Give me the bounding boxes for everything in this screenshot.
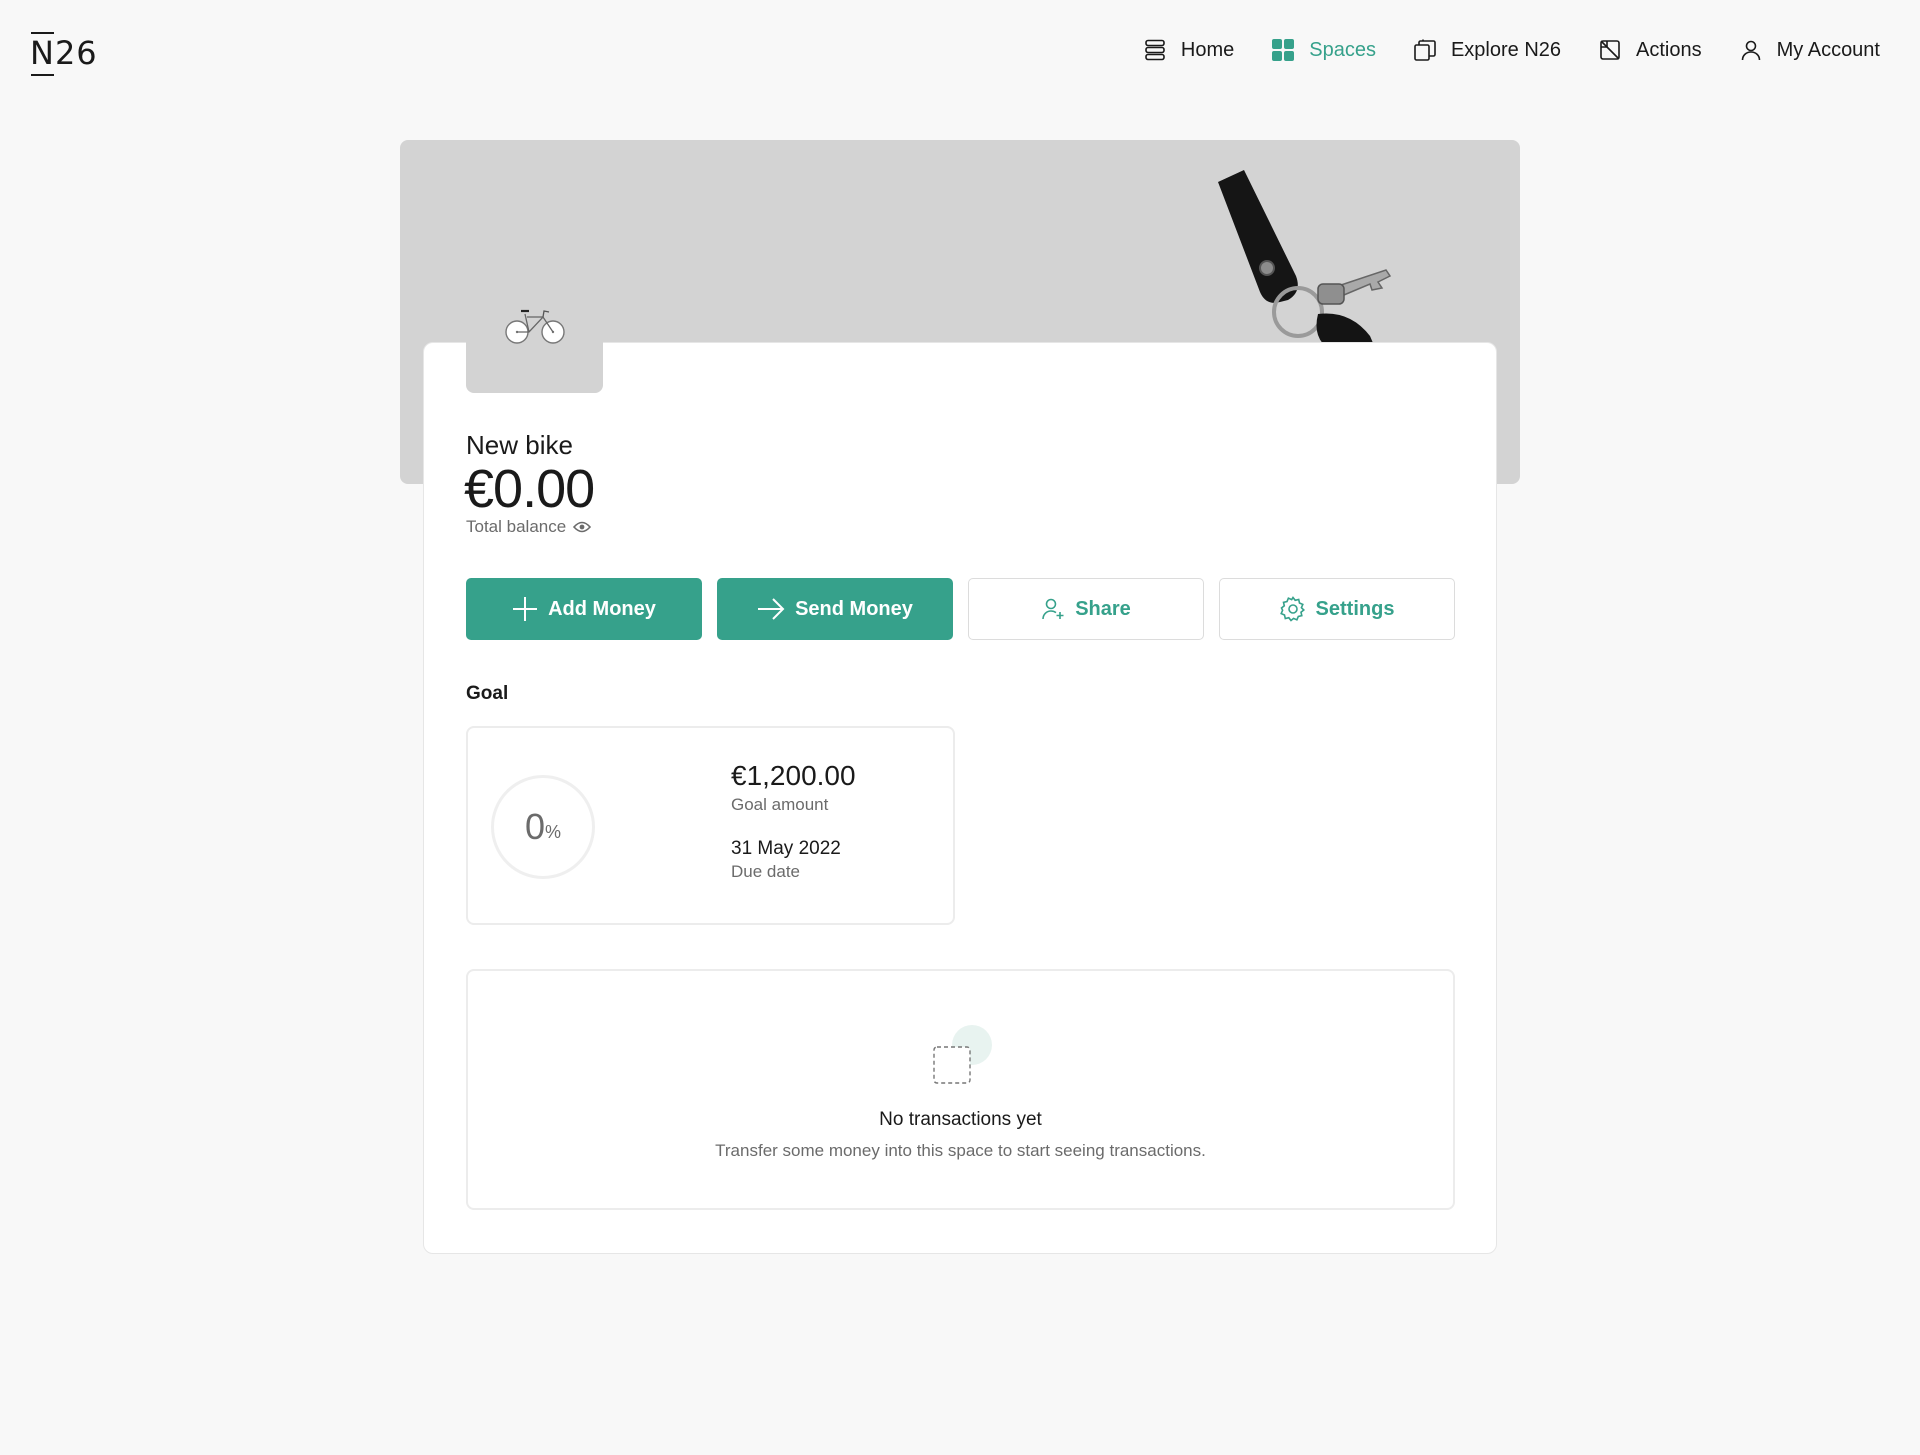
transactions-empty-state: No transactions yet Transfer some money …	[466, 969, 1455, 1210]
nav-item-actions[interactable]: Actions	[1598, 38, 1702, 62]
nav-item-spaces[interactable]: Spaces	[1271, 38, 1376, 62]
logo-number: 26	[54, 34, 98, 72]
nav-item-home[interactable]: Home	[1143, 38, 1234, 62]
share-button[interactable]: Share	[968, 578, 1204, 640]
space-name: New bike	[466, 430, 573, 460]
goal-progress-unit: %	[545, 821, 562, 842]
spaces-icon	[1271, 38, 1295, 62]
goal-amount-label: Goal amount	[731, 795, 829, 814]
top-bar: N26 Home Spaces Explore N26 Actions My A…	[0, 0, 1920, 108]
home-icon	[1143, 38, 1167, 62]
goal-due-date-label: Due date	[731, 862, 800, 881]
plus-icon	[512, 596, 538, 622]
goal-heading: Goal	[466, 683, 509, 704]
eye-icon[interactable]	[573, 521, 592, 533]
space-thumbnail[interactable]	[466, 256, 603, 393]
settings-label: Settings	[1315, 597, 1395, 620]
gear-icon	[1279, 596, 1306, 622]
action-buttons: Add Money Send Money Share Settings	[466, 578, 1455, 640]
send-money-button[interactable]: Send Money	[717, 578, 953, 640]
balance-label-row: Total balance	[466, 517, 592, 537]
nav-item-explore[interactable]: Explore N26	[1413, 38, 1561, 62]
nav-label-explore: Explore N26	[1450, 38, 1562, 61]
add-money-button[interactable]: Add Money	[466, 578, 702, 640]
total-balance: €0.00	[464, 459, 595, 519]
empty-state-title: No transactions yet	[879, 1109, 1042, 1130]
goal-amount: €1,200.00	[731, 760, 856, 791]
nav-label-spaces: Spaces	[1309, 38, 1376, 61]
goal-progress-value: 0	[524, 806, 545, 847]
balance-label: Total balance	[466, 517, 567, 536]
share-label: Share	[1075, 597, 1131, 620]
nav-item-my-account[interactable]: My Account	[1739, 38, 1880, 62]
goal-progress-ring: 0%	[491, 775, 595, 879]
send-money-label: Send Money	[795, 597, 913, 620]
add-money-label: Add Money	[548, 597, 656, 620]
add-person-icon	[1041, 597, 1065, 621]
empty-transactions-icon	[933, 1025, 992, 1084]
n26-logo[interactable]: N26	[30, 32, 98, 76]
empty-state-text: Transfer some money into this space to s…	[715, 1141, 1206, 1160]
keys-icon	[1218, 170, 1392, 350]
goal-card[interactable]: 0% €1,200.00 Goal amount 31 May 2022 Due…	[466, 726, 955, 925]
actions-icon	[1598, 38, 1622, 62]
nav-label-my-account: My Account	[1776, 38, 1880, 61]
arrow-right-icon	[757, 598, 785, 620]
main-nav: Home Spaces Explore N26 Actions My Accou…	[1106, 38, 1880, 62]
explore-icon	[1413, 38, 1437, 62]
nav-label-home: Home	[1180, 38, 1235, 61]
goal-due-date: 31 May 2022	[731, 838, 841, 859]
logo-letter: N	[30, 32, 55, 76]
bicycle-icon	[504, 309, 565, 344]
nav-label-actions: Actions	[1636, 38, 1702, 61]
settings-button[interactable]: Settings	[1219, 578, 1455, 640]
account-icon	[1739, 38, 1763, 62]
